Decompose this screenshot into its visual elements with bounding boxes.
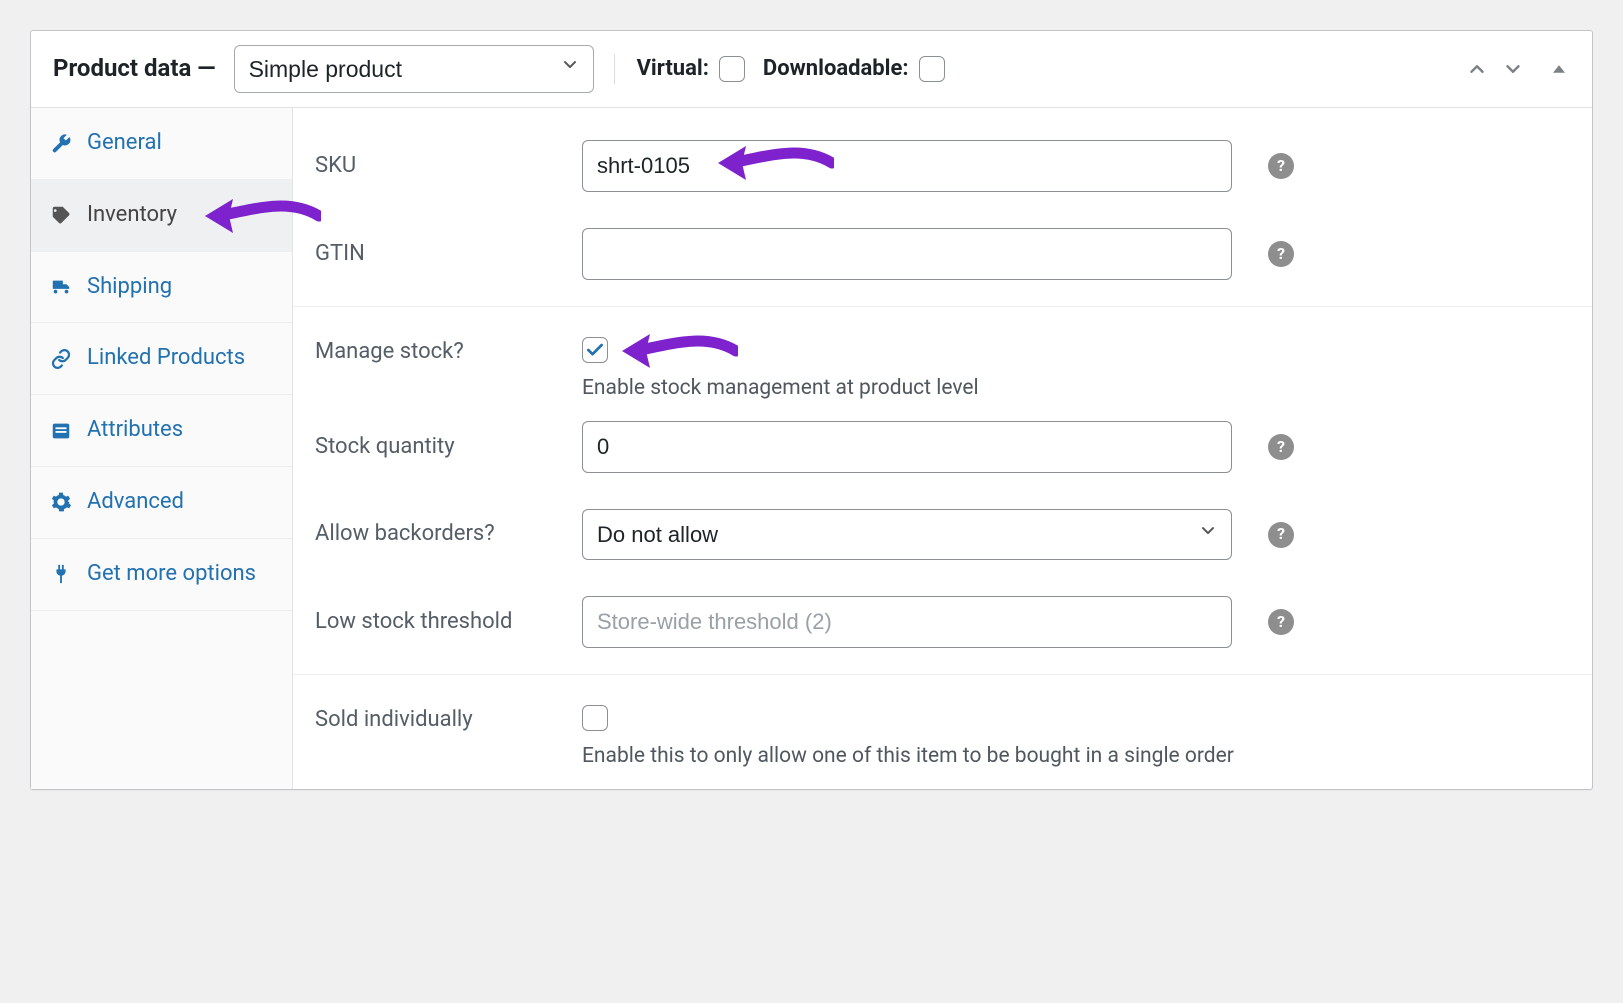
help-icon[interactable]: ? (1268, 434, 1294, 460)
help-icon[interactable]: ? (1268, 241, 1294, 267)
tab-label: Get more options (87, 559, 256, 590)
panel-title: Product data — (53, 52, 216, 86)
tab-label: Advanced (87, 487, 184, 518)
wrench-icon (49, 131, 73, 155)
move-down-button[interactable] (1502, 58, 1524, 80)
tab-label: Shipping (87, 272, 172, 303)
backorders-label: Allow backorders? (315, 519, 560, 550)
panel-header-controls (1466, 58, 1570, 80)
stock-qty-label: Stock quantity (315, 432, 560, 463)
plug-icon (49, 562, 73, 586)
panel-header: Product data — Simple product Virtual: D… (31, 31, 1592, 108)
tab-attributes[interactable]: Attributes (31, 395, 292, 467)
virtual-label: Virtual: (637, 54, 709, 85)
low-stock-threshold-input[interactable] (582, 596, 1232, 648)
divider (614, 54, 615, 84)
move-up-button[interactable] (1466, 58, 1488, 80)
help-icon[interactable]: ? (1268, 522, 1294, 548)
gtin-input[interactable] (582, 228, 1232, 280)
sku-label: SKU (315, 153, 356, 178)
tab-label: Inventory (87, 200, 177, 231)
sold-individually-label: Sold individually (315, 705, 560, 736)
virtual-checkbox[interactable] (719, 56, 745, 82)
sku-input[interactable] (582, 140, 1232, 192)
backorders-select[interactable]: Do not allow (582, 509, 1232, 560)
inventory-content: SKU ? GTIN ? (293, 108, 1592, 789)
tag-icon (49, 203, 73, 227)
manage-stock-desc: Enable stock management at product level (582, 368, 1402, 403)
list-icon (49, 419, 73, 443)
downloadable-checkbox[interactable] (919, 56, 945, 82)
truck-icon (49, 275, 73, 299)
tab-label: Attributes (87, 415, 183, 446)
stock-quantity-input[interactable] (582, 421, 1232, 473)
manage-stock-label: Manage stock? (315, 337, 560, 368)
sold-individually-desc: Enable this to only allow one of this it… (582, 736, 1570, 771)
toggle-panel-button[interactable] (1548, 58, 1570, 80)
low-stock-label: Low stock threshold (315, 607, 560, 638)
tab-linked-products[interactable]: Linked Products (31, 323, 292, 395)
inventory-group-stock: Manage stock? Enable stock management at… (293, 307, 1592, 675)
inventory-group-sold-individually: Sold individually Enable this to only al… (293, 675, 1592, 789)
tab-label: General (87, 128, 162, 159)
downloadable-option: Downloadable: (763, 54, 945, 85)
downloadable-label: Downloadable: (763, 54, 909, 85)
tab-shipping[interactable]: Shipping (31, 252, 292, 324)
tab-advanced[interactable]: Advanced (31, 467, 292, 539)
gear-icon (49, 490, 73, 514)
gtin-label: GTIN (315, 239, 560, 270)
virtual-option: Virtual: (637, 54, 745, 85)
manage-stock-checkbox[interactable] (582, 337, 608, 363)
inventory-group-identifiers: SKU ? GTIN ? (293, 108, 1592, 307)
product-type-select[interactable]: Simple product (234, 45, 594, 93)
tab-inventory[interactable]: Inventory (31, 180, 292, 252)
tab-label: Linked Products (87, 343, 245, 374)
help-icon[interactable]: ? (1268, 153, 1294, 179)
product-data-sidebar: General Inventory Shipping (31, 108, 293, 789)
help-icon[interactable]: ? (1268, 609, 1294, 635)
product-data-panel: Product data — Simple product Virtual: D… (30, 30, 1593, 790)
product-type-select-wrap: Simple product (234, 45, 594, 93)
tab-get-more-options[interactable]: Get more options (31, 539, 292, 611)
link-icon (49, 347, 73, 371)
tab-general[interactable]: General (31, 108, 292, 180)
panel-body: General Inventory Shipping (31, 108, 1592, 789)
sold-individually-checkbox[interactable] (582, 705, 608, 731)
